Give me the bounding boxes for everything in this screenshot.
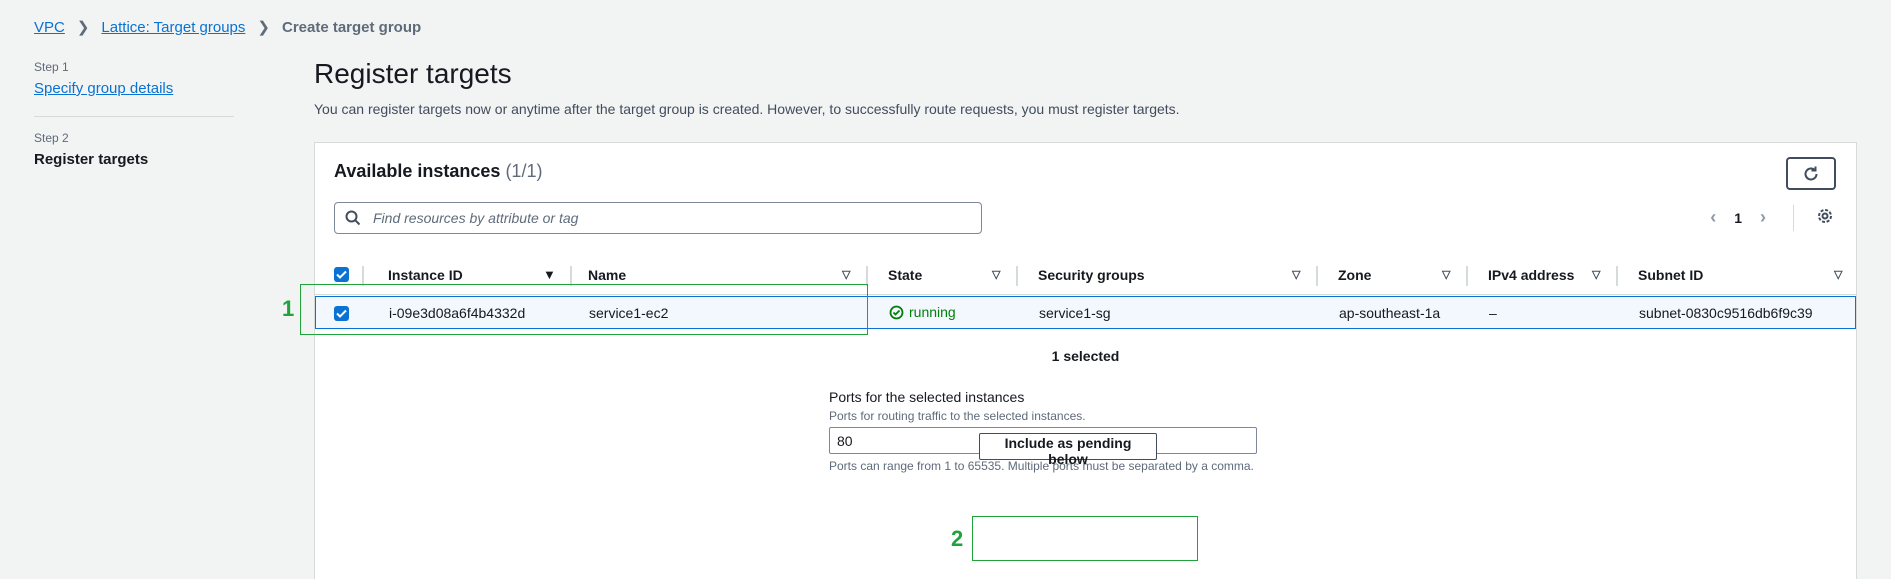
cell-security-groups: service1-sg: [1039, 305, 1111, 321]
ports-hint: Ports can range from 1 to 65535. Multipl…: [829, 459, 1254, 473]
column-divider: [570, 266, 572, 286]
step-2-label: Step 2: [34, 131, 69, 145]
chevron-left-icon[interactable]: ‹: [1710, 207, 1716, 228]
page-title: Register targets: [314, 58, 512, 89]
sort-icon[interactable]: ▽: [1592, 268, 1600, 281]
wizard-steps: Step 1 Specify group details Step 2 Regi…: [34, 60, 234, 168]
column-header-name[interactable]: Name: [588, 267, 626, 283]
sort-icon[interactable]: ▽: [1834, 268, 1842, 281]
ports-label: Ports for the selected instances: [829, 389, 1025, 405]
column-divider: [1016, 266, 1018, 286]
include-as-pending-button[interactable]: Include as pending below: [979, 433, 1157, 467]
annotation-box-1: [300, 284, 868, 335]
column-divider: [362, 266, 364, 286]
column-divider: [1316, 266, 1318, 286]
sort-descending-icon[interactable]: ▼: [543, 267, 556, 282]
selected-count: 1 selected: [1051, 348, 1120, 364]
step-1-link[interactable]: Specify group details: [34, 80, 173, 97]
chevron-right-icon[interactable]: ›: [1760, 207, 1766, 228]
refresh-icon: [1804, 166, 1818, 180]
cell-subnet-id: subnet-0830c9516db6f9c39: [1639, 305, 1813, 321]
page-description: You can register targets now or anytime …: [314, 101, 1180, 117]
annotation-box-2: [972, 516, 1198, 561]
annotation-number-1: 1: [282, 296, 295, 321]
sort-icon[interactable]: ▽: [992, 268, 1000, 281]
sort-icon[interactable]: ▽: [842, 268, 850, 281]
breadcrumb-target-groups-link[interactable]: Lattice: Target groups: [101, 19, 245, 36]
cell-state: running: [889, 304, 956, 320]
panel-count: (1/1): [505, 161, 543, 181]
panel-title: Available instances (1/1): [334, 161, 542, 182]
annotation-number-2: 2: [951, 526, 964, 551]
step-2-current: Register targets: [34, 151, 149, 168]
search-box[interactable]: [334, 202, 982, 234]
sort-icon[interactable]: ▽: [1442, 268, 1450, 281]
sort-icon[interactable]: ▽: [1292, 268, 1300, 281]
column-header-instance-id[interactable]: Instance ID: [388, 267, 463, 283]
settings-gear-icon[interactable]: [1816, 207, 1834, 230]
column-header-security-groups[interactable]: Security groups: [1038, 267, 1145, 283]
step-1-label: Step 1: [34, 60, 69, 74]
pagination: ‹ 1 ›: [1710, 207, 1766, 228]
state-text: running: [909, 304, 956, 320]
step-divider: [34, 116, 234, 117]
column-divider: [1466, 266, 1468, 286]
page-number[interactable]: 1: [1734, 210, 1742, 226]
cell-zone: ap-southeast-1a: [1339, 305, 1441, 321]
breadcrumb: VPC ❯ Lattice: Target groups ❯ Create ta…: [34, 18, 422, 37]
chevron-right-icon: ❯: [76, 19, 90, 36]
column-header-zone[interactable]: Zone: [1338, 267, 1371, 283]
select-all-checkbox[interactable]: [334, 267, 349, 282]
column-header-state[interactable]: State: [888, 267, 922, 283]
cell-ipv4: –: [1489, 305, 1497, 321]
column-header-subnet-id[interactable]: Subnet ID: [1638, 267, 1703, 283]
search-input[interactable]: [371, 209, 981, 227]
ports-description: Ports for routing traffic to the selecte…: [829, 409, 1086, 423]
status-success-icon: [889, 305, 904, 319]
chevron-right-icon: ❯: [257, 19, 270, 36]
column-divider: [866, 266, 868, 286]
column-divider: [1616, 266, 1618, 286]
refresh-button[interactable]: [1786, 157, 1836, 190]
ports-form-field: Ports for the selected instances Ports f…: [829, 389, 1259, 473]
breadcrumb-vpc-link[interactable]: VPC: [34, 19, 65, 36]
pager-divider: [1793, 205, 1794, 231]
search-icon: [345, 210, 361, 226]
column-header-ipv4[interactable]: IPv4 address: [1488, 267, 1574, 283]
breadcrumb-current: Create target group: [281, 18, 422, 36]
available-instances-panel: Available instances (1/1) ‹ 1 ›: [314, 142, 1857, 579]
panel-title-text: Available instances: [334, 161, 501, 181]
checkbox-checked-icon: [334, 267, 349, 282]
